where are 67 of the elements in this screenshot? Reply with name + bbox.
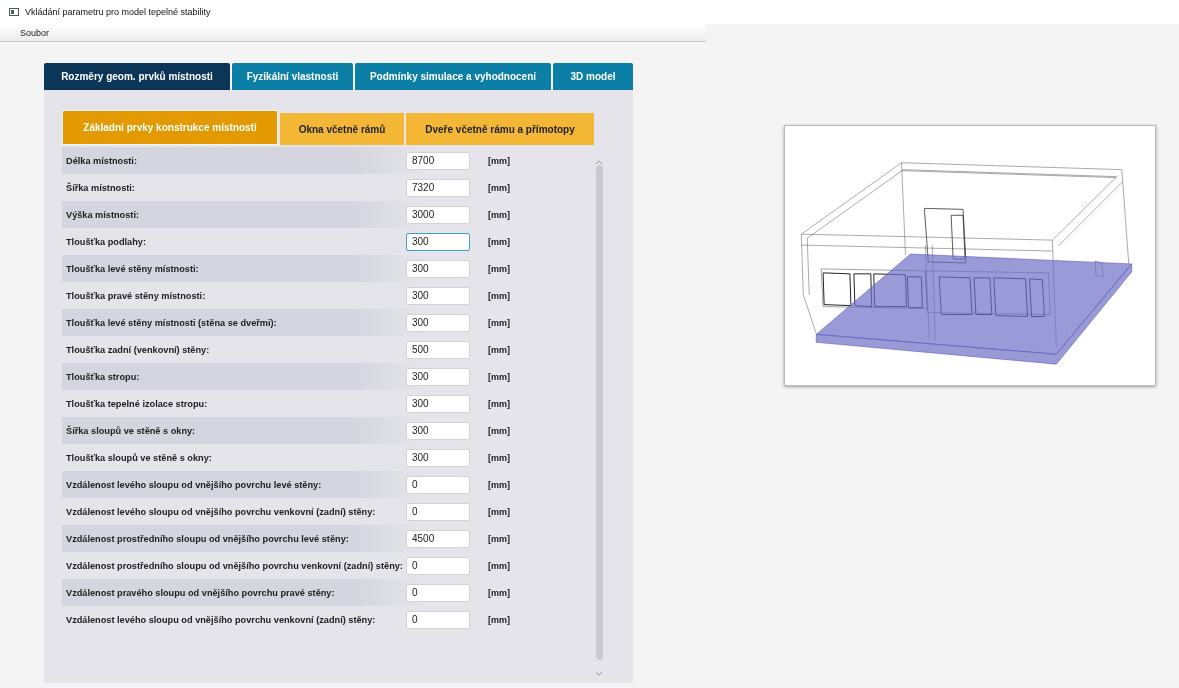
app-icon: [9, 8, 19, 16]
input-field[interactable]: 8700: [406, 151, 470, 170]
field-label: Délka místnosti:: [66, 155, 138, 166]
field-label: Šířka místnosti:: [66, 182, 136, 193]
input-field[interactable]: 300: [406, 313, 470, 332]
input-field[interactable]: 300: [406, 232, 470, 251]
unit-label: [mm]: [488, 344, 510, 355]
field-label: Výška místnosti:: [66, 209, 140, 220]
input-field[interactable]: 300: [406, 394, 470, 413]
input-field[interactable]: 300: [406, 367, 470, 386]
field-label: Tloušťka stropu:: [66, 371, 141, 382]
tab[interactable]: Rozměry geom. prvků místnosti: [44, 63, 230, 90]
tab[interactable]: 3D model: [553, 63, 633, 90]
input-field[interactable]: 300: [406, 259, 470, 278]
tab[interactable]: Podmínky simulace a vyhodnocení: [355, 63, 551, 90]
scrollbar[interactable]: [595, 165, 603, 660]
input-field[interactable]: 0: [406, 583, 470, 602]
input-field[interactable]: 0: [406, 610, 470, 629]
unit-label: [mm]: [488, 155, 510, 166]
unit-label: [mm]: [488, 452, 510, 463]
scroll-down-icon[interactable]: [595, 671, 603, 676]
input-field[interactable]: 0: [406, 502, 470, 521]
field-label: Tloušťka sloupů ve stěně s okny:: [66, 452, 213, 463]
field-label: Vzdálenost levého sloupu od vnějšího povrchu venkovní (zadní) stěny:: [66, 614, 377, 625]
unit-label: [mm]: [488, 371, 510, 382]
unit-label: [mm]: [488, 236, 510, 247]
unit-label: [mm]: [488, 560, 510, 571]
field-label: Tloušťka levé stěny místnosti:: [66, 263, 200, 274]
input-field[interactable]: 4500: [406, 529, 470, 548]
menu-item[interactable]: Soubor: [14, 27, 56, 38]
unit-label: [mm]: [488, 290, 510, 301]
field-label: Tloušťka podlahy:: [66, 236, 147, 247]
unit-label: [mm]: [488, 425, 510, 436]
subtab[interactable]: Dveře včetně rámu a přímotopy: [406, 113, 594, 145]
input-field[interactable]: 3000: [406, 205, 470, 224]
unit-label: [mm]: [488, 533, 510, 544]
field-label: Tloušťka zadní (venkovní) stěny:: [66, 344, 211, 355]
input-field[interactable]: 300: [406, 448, 470, 467]
field-label: Vzdálenost levého sloupu od vnějšího povrchu venkovní (zadní) stěny:: [66, 506, 377, 517]
unit-label: [mm]: [488, 263, 510, 274]
unit-label: [mm]: [488, 479, 510, 490]
input-field[interactable]: 0: [406, 475, 470, 494]
unit-label: [mm]: [488, 209, 510, 220]
input-field[interactable]: 300: [406, 421, 470, 440]
field-label: Vzdálenost prostředního sloupu od vnějšího povrchu levé stěny:: [66, 533, 350, 544]
tab[interactable]: Fyzikální vlastnosti: [232, 63, 353, 90]
unit-label: [mm]: [488, 587, 510, 598]
field-label: Tloušťka tepelné izolace stropu:: [66, 398, 209, 409]
unit-label: [mm]: [488, 317, 510, 328]
field-label: Tloušťka pravé stěny místnosti:: [66, 290, 207, 301]
input-field[interactable]: 7320: [406, 178, 470, 197]
field-label: Vzdálenost levého sloupu od vnějšího povrchu levé stěny:: [66, 479, 323, 490]
input-field[interactable]: 0: [406, 556, 470, 575]
field-label: Tloušťka levé stěny místnosti (stěna se dveřmi):: [66, 317, 278, 328]
subtab[interactable]: Okna včetně rámů: [280, 113, 404, 145]
field-label: Vzdálenost prostředního sloupu od vnějšího povrchu venkovní (zadní) stěny:: [66, 560, 404, 571]
unit-label: [mm]: [488, 398, 510, 409]
window-title: Vkládání parametru pro model tepelné stability: [25, 7, 211, 17]
unit-label: [mm]: [488, 182, 510, 193]
field-label: Vzdálenost pravého sloupu od vnějšího povrchu pravé stěny:: [66, 587, 336, 598]
unit-label: [mm]: [488, 506, 510, 517]
unit-label: [mm]: [488, 614, 510, 625]
field-label: Šířka sloupů ve stěně s okny:: [66, 425, 197, 436]
model-viewport[interactable]: [784, 125, 1156, 386]
scroll-up-icon[interactable]: [595, 160, 603, 165]
input-field[interactable]: 500: [406, 340, 470, 359]
input-field[interactable]: 300: [406, 286, 470, 305]
